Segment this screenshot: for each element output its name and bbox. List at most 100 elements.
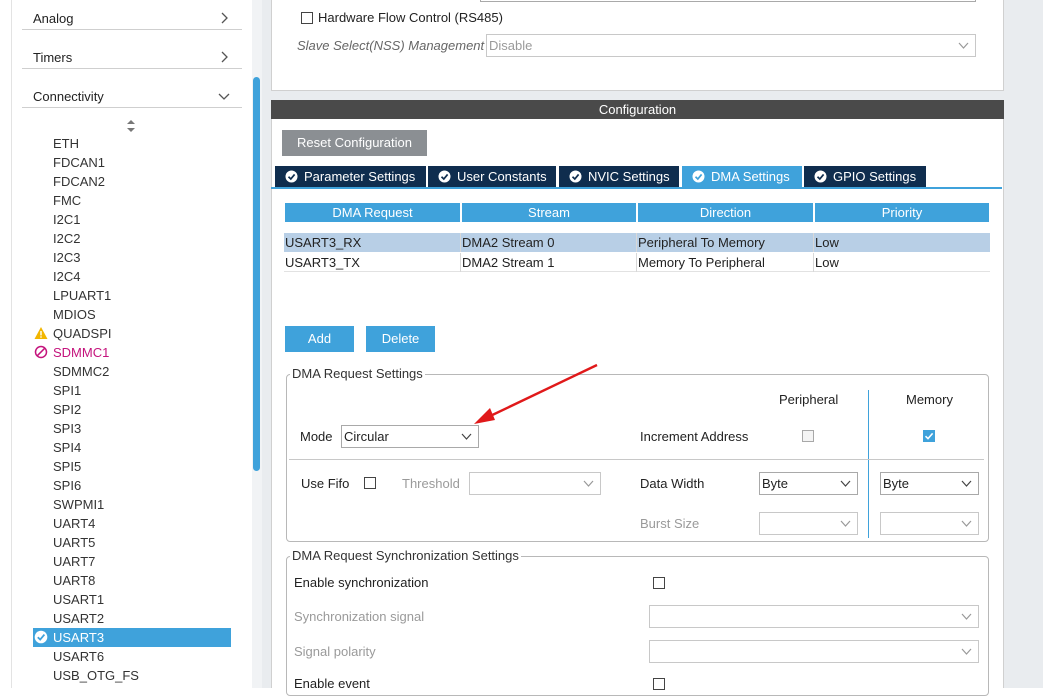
peripheral-item-i2c3[interactable]: I2C3	[33, 248, 231, 267]
peripheral-item-swpmi1[interactable]: SWPMI1	[33, 495, 231, 514]
threshold-label: Threshold	[402, 476, 460, 491]
peripheral-item-quadspi[interactable]: QUADSPI	[33, 324, 231, 343]
table-row[interactable]: USART3_RX DMA2 Stream 0 Peripheral To Me…	[284, 233, 990, 252]
peripheral-label: UART7	[53, 554, 96, 569]
configuration-title: Configuration	[271, 100, 1004, 119]
peripheral-item-fmc[interactable]: FMC	[33, 191, 231, 210]
peripheral-item-eth[interactable]: ETH	[33, 134, 231, 153]
data-width-label: Data Width	[640, 476, 705, 491]
check-circle-icon	[438, 170, 451, 183]
peripheral-label: I2C2	[53, 231, 81, 246]
peripheral-item-spi6[interactable]: SPI6	[33, 476, 231, 495]
peripheral-item-sdmmc2[interactable]: SDMMC2	[33, 362, 231, 381]
peripheral-item-usart3[interactable]: USART3	[33, 628, 231, 647]
peripheral-item-spi2[interactable]: SPI2	[33, 400, 231, 419]
section-divider	[289, 459, 984, 460]
hw-flow-checkbox[interactable]	[301, 12, 313, 24]
table-row[interactable]: USART3_TX DMA2 Stream 1 Memory To Periph…	[284, 253, 990, 272]
column-header-priority[interactable]: Priority	[815, 203, 989, 222]
table-cell: Low	[815, 255, 839, 270]
peripheral-item-i2c1[interactable]: I2C1	[33, 210, 231, 229]
data-width-memory-dropdown[interactable]: Byte	[880, 472, 979, 495]
burst-size-memory-dropdown[interactable]	[880, 512, 979, 535]
chevron-down-icon	[961, 613, 972, 620]
reset-configuration-button[interactable]: Reset Configuration	[282, 130, 427, 156]
increment-peripheral-checkbox[interactable]	[802, 430, 814, 442]
peripheral-item-uart8[interactable]: UART8	[33, 571, 231, 590]
table-cell: USART3_TX	[284, 253, 461, 272]
sort-icon[interactable]	[126, 119, 136, 133]
category-analog[interactable]: Analog	[22, 0, 242, 30]
tab-user-constants[interactable]: User Constants	[428, 166, 556, 187]
tab-dma-settings[interactable]: DMA Settings	[682, 166, 802, 187]
tab-gpio-settings[interactable]: GPIO Settings	[804, 166, 926, 187]
category-timers[interactable]: Timers	[22, 39, 242, 69]
peripheral-label: USART1	[53, 592, 105, 607]
sync-signal-dropdown[interactable]	[649, 605, 979, 628]
threshold-dropdown[interactable]	[469, 472, 601, 495]
peripheral-item-usart6[interactable]: USART6	[33, 647, 231, 666]
peripheral-item-lpuart1[interactable]: LPUART1	[33, 286, 231, 305]
peripheral-item-fdcan1[interactable]: FDCAN1	[33, 153, 231, 172]
column-header-stream[interactable]: Stream	[462, 203, 636, 222]
chevron-down-icon	[840, 480, 851, 487]
peripheral-label: ETH	[53, 136, 79, 151]
chevron-down-icon	[958, 42, 969, 49]
data-width-peripheral-dropdown[interactable]: Byte	[759, 472, 858, 495]
scrollbar-thumb[interactable]	[253, 77, 260, 471]
category-label: Connectivity	[33, 89, 104, 104]
sync-signal-label: Synchronization signal	[294, 609, 425, 624]
table-cell: DMA2 Stream 0	[461, 233, 637, 252]
slave-select-dropdown[interactable]: Disable	[486, 34, 976, 57]
column-header-direction[interactable]: Direction	[638, 203, 813, 222]
burst-size-peripheral-dropdown[interactable]	[759, 512, 858, 535]
peripheral-item-uart7[interactable]: UART7	[33, 552, 231, 571]
mode-value: Circular	[344, 429, 389, 444]
peripheral-item-i2c2[interactable]: I2C2	[33, 229, 231, 248]
peripheral-label: USART2	[53, 611, 105, 626]
use-fifo-label: Use Fifo	[301, 476, 350, 491]
memory-header: Memory	[906, 392, 953, 407]
peripheral-item-sdmmc1[interactable]: SDMMC1	[33, 343, 231, 362]
peripheral-item-spi5[interactable]: SPI5	[33, 457, 231, 476]
category-label: Timers	[33, 50, 73, 65]
peripheral-label: FDCAN2	[53, 174, 106, 189]
chevron-right-icon	[221, 51, 228, 63]
peripheral-item-fdcan2[interactable]: FDCAN2	[33, 172, 231, 191]
enable-event-checkbox[interactable]	[653, 678, 665, 690]
peripheral-item-mdios[interactable]: MDIOS	[33, 305, 231, 324]
peripheral-item-uart5[interactable]: UART5	[33, 533, 231, 552]
enable-sync-checkbox[interactable]	[653, 577, 665, 589]
chevron-right-icon	[221, 12, 228, 24]
tab-nvic-settings[interactable]: NVIC Settings	[559, 166, 679, 187]
peripheral-item-spi4[interactable]: SPI4	[33, 438, 231, 457]
peripheral-item-usart2[interactable]: USART2	[33, 609, 231, 628]
check-circle-icon	[814, 170, 827, 183]
chevron-down-icon	[461, 433, 472, 440]
check-icon	[924, 432, 934, 440]
peripheral-item-usart1[interactable]: USART1	[33, 590, 231, 609]
use-fifo-checkbox[interactable]	[364, 477, 376, 489]
category-connectivity[interactable]: Connectivity	[22, 78, 242, 108]
check-circle-icon	[34, 630, 48, 644]
delete-button[interactable]: Delete	[366, 326, 435, 352]
signal-polarity-dropdown[interactable]	[649, 640, 979, 663]
column-header-dma-request[interactable]: DMA Request	[285, 203, 460, 222]
signal-polarity-label: Signal polarity	[294, 644, 376, 659]
peripheral-item-spi1[interactable]: SPI1	[33, 381, 231, 400]
peripheral-item-uart4[interactable]: UART4	[33, 514, 231, 533]
mode-label: Mode	[300, 429, 333, 444]
table-cell: DMA2 Stream 1	[461, 253, 637, 272]
mode-dropdown[interactable]: Circular	[341, 425, 479, 448]
data-width-peripheral-value: Byte	[762, 476, 789, 491]
peripheral-item-i2c4[interactable]: I2C4	[33, 267, 231, 286]
peripheral-label: UART5	[53, 535, 96, 550]
peripheral-item-usb-otg-fs[interactable]: USB_OTG_FS	[33, 666, 231, 685]
peripheral-item-spi3[interactable]: SPI3	[33, 419, 231, 438]
tab-label: User Constants	[457, 169, 547, 184]
increment-memory-checkbox[interactable]	[923, 430, 935, 442]
burst-size-label: Burst Size	[640, 516, 700, 531]
tab-parameter-settings[interactable]: Parameter Settings	[275, 166, 426, 187]
add-button[interactable]: Add	[285, 326, 354, 352]
chevron-down-icon	[961, 480, 972, 487]
